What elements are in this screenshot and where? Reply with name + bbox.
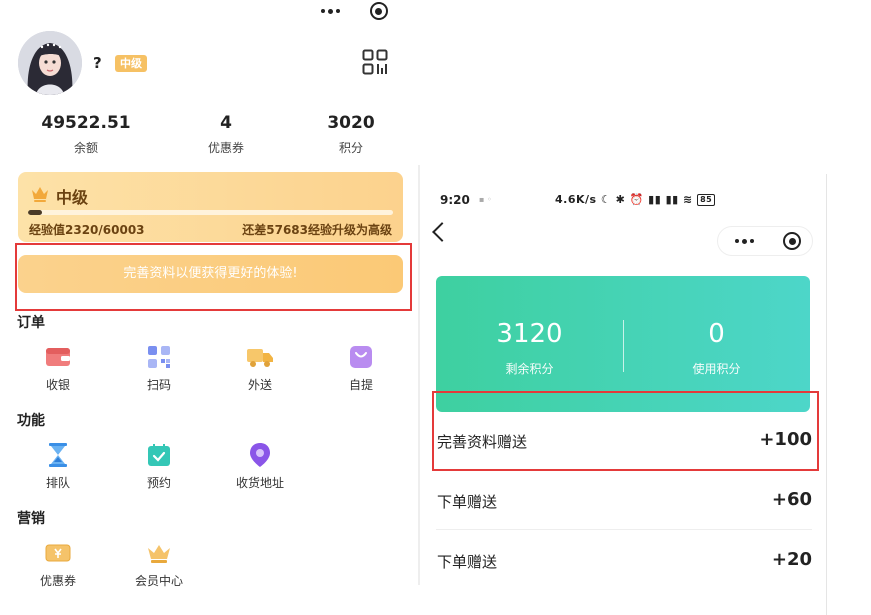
- grid-item-cashier[interactable]: 收银: [8, 343, 108, 393]
- grid-item-label: 扫码: [146, 378, 171, 392]
- grid-item-coupons[interactable]: 优惠券: [8, 539, 108, 589]
- grid-item-reservation[interactable]: 预约: [109, 441, 209, 491]
- experience-progress-fill: [28, 210, 43, 215]
- complete-profile-button[interactable]: 完善资料以便获得更好的体验!: [18, 255, 403, 293]
- grid-item-label: 会员中心: [134, 574, 183, 588]
- coupon-count-value: 4: [220, 113, 232, 133]
- user-name: ?: [93, 54, 102, 72]
- highlight-box-record: [432, 391, 819, 471]
- used-points-label: 使用积分: [692, 362, 741, 376]
- member-profile-screen: .capsule .target::after{width:7px;height…: [0, 0, 412, 615]
- mini-program-capsule: [306, 0, 402, 22]
- member-level-badge: 中级: [115, 55, 147, 72]
- grid-item-label: 预约: [146, 476, 171, 490]
- grid-item-label: 自提: [348, 378, 373, 392]
- hourglass-icon: [44, 441, 72, 469]
- points-value: 3020: [327, 113, 375, 133]
- status-system-icons: ☾ ✱ ⏰ ▮▮ ▮▮ ≋: [600, 193, 698, 206]
- screen-divider: [418, 165, 420, 585]
- member-level-title: 中级: [56, 188, 89, 207]
- points-stat[interactable]: 3020 积分: [296, 112, 406, 156]
- section-title-orders: 订单: [17, 315, 45, 331]
- used-points-value: 0: [708, 319, 725, 349]
- remaining-points-value: 3120: [496, 319, 563, 349]
- grid-item-label: 外送: [247, 378, 272, 392]
- crown-icon: [145, 539, 173, 567]
- grid-item-member-center[interactable]: 会员中心: [109, 539, 209, 589]
- grid-item-delivery[interactable]: 外送: [210, 343, 310, 393]
- points-record-row[interactable]: 下单赠送 +20: [436, 532, 812, 590]
- crown-icon: [30, 185, 50, 203]
- remaining-points-label: 剩余积分: [505, 362, 554, 376]
- status-bar-right: 4.6K/s ☾ ✱ ⏰ ▮▮ ▮▮ ≋ 85: [555, 193, 716, 206]
- coupon-stat[interactable]: 4 优惠券: [171, 112, 281, 156]
- next-level-text: 还差57683经验升级为高级: [242, 223, 392, 237]
- close-mini-program-icon[interactable]: [369, 2, 388, 20]
- grid-item-label: 收银: [45, 378, 70, 392]
- record-label: 下单赠送: [437, 553, 498, 571]
- remaining-points: 3120 剩余积分: [436, 276, 623, 377]
- points-record-row[interactable]: 下单赠送 +60: [436, 472, 812, 530]
- used-points: 0 使用积分: [623, 276, 810, 377]
- calendar-check-icon: [145, 441, 173, 469]
- more-menu-icon[interactable]: [735, 238, 754, 244]
- avatar[interactable]: [18, 31, 82, 95]
- balance-stat[interactable]: 49522.51 余额: [31, 112, 141, 156]
- record-value: +20: [771, 549, 812, 570]
- points-label: 积分: [338, 141, 363, 155]
- coupon-label: 优惠券: [207, 141, 244, 155]
- record-label: 下单赠送: [437, 493, 498, 511]
- balance-value: 49522.51: [41, 113, 131, 133]
- experience-value-text: 经验值2320/60003: [29, 223, 145, 237]
- back-arrow-icon[interactable]: [432, 222, 452, 242]
- coupon-ticket-icon: [44, 539, 72, 567]
- section-title-marketing: 营销: [17, 511, 45, 527]
- grid-item-address[interactable]: 收货地址: [210, 441, 310, 491]
- network-speed: 4.6K/s: [555, 193, 597, 206]
- grid-item-label: 优惠券: [39, 574, 76, 588]
- section-title-functions: 功能: [17, 413, 45, 429]
- experience-progress-bar: [28, 210, 393, 215]
- status-time: 9:20: [440, 193, 470, 207]
- record-value: +60: [771, 489, 812, 510]
- more-menu-icon[interactable]: [320, 8, 340, 14]
- member-level-card[interactable]: 中级 经验值2320/60003 还差57683经验升级为高级: [18, 172, 403, 242]
- delivery-truck-icon: [246, 343, 274, 371]
- grid-item-scan[interactable]: 扫码: [109, 343, 209, 393]
- grid-item-pickup[interactable]: 自提: [311, 343, 411, 393]
- grid-item-queue[interactable]: 排队: [8, 441, 108, 491]
- battery-icon: 85: [697, 194, 716, 206]
- status-notification-icons: ▪ ◦: [479, 195, 492, 204]
- shopping-bag-icon: [347, 343, 375, 371]
- cashier-wallet-icon: [44, 343, 72, 371]
- qr-code-icon[interactable]: [362, 49, 388, 75]
- grid-item-label: 收货地址: [235, 476, 284, 490]
- mini-program-capsule: [717, 226, 813, 256]
- grid-item-label: 排队: [45, 476, 70, 490]
- qr-scan-icon: [145, 343, 173, 371]
- location-pin-icon: [246, 441, 274, 469]
- close-mini-program-icon[interactable]: [783, 232, 801, 250]
- balance-label: 余额: [73, 141, 98, 155]
